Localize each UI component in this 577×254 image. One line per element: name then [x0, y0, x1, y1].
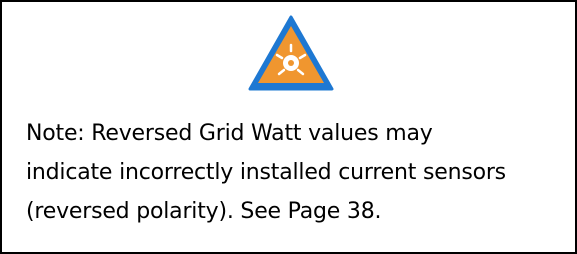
note-line-3: (reversed polarity). See Page 38. [26, 199, 382, 224]
note-text: Note: Reversed Grid Watt values may indi… [26, 114, 566, 231]
note-line-1: Note: Reversed Grid Watt values may [26, 121, 433, 146]
warning-triangle-icon [248, 15, 334, 91]
note-line-2: indicate incorrectly installed current s… [26, 160, 506, 185]
note-box: Note: Reversed Grid Watt values may indi… [0, 0, 577, 254]
